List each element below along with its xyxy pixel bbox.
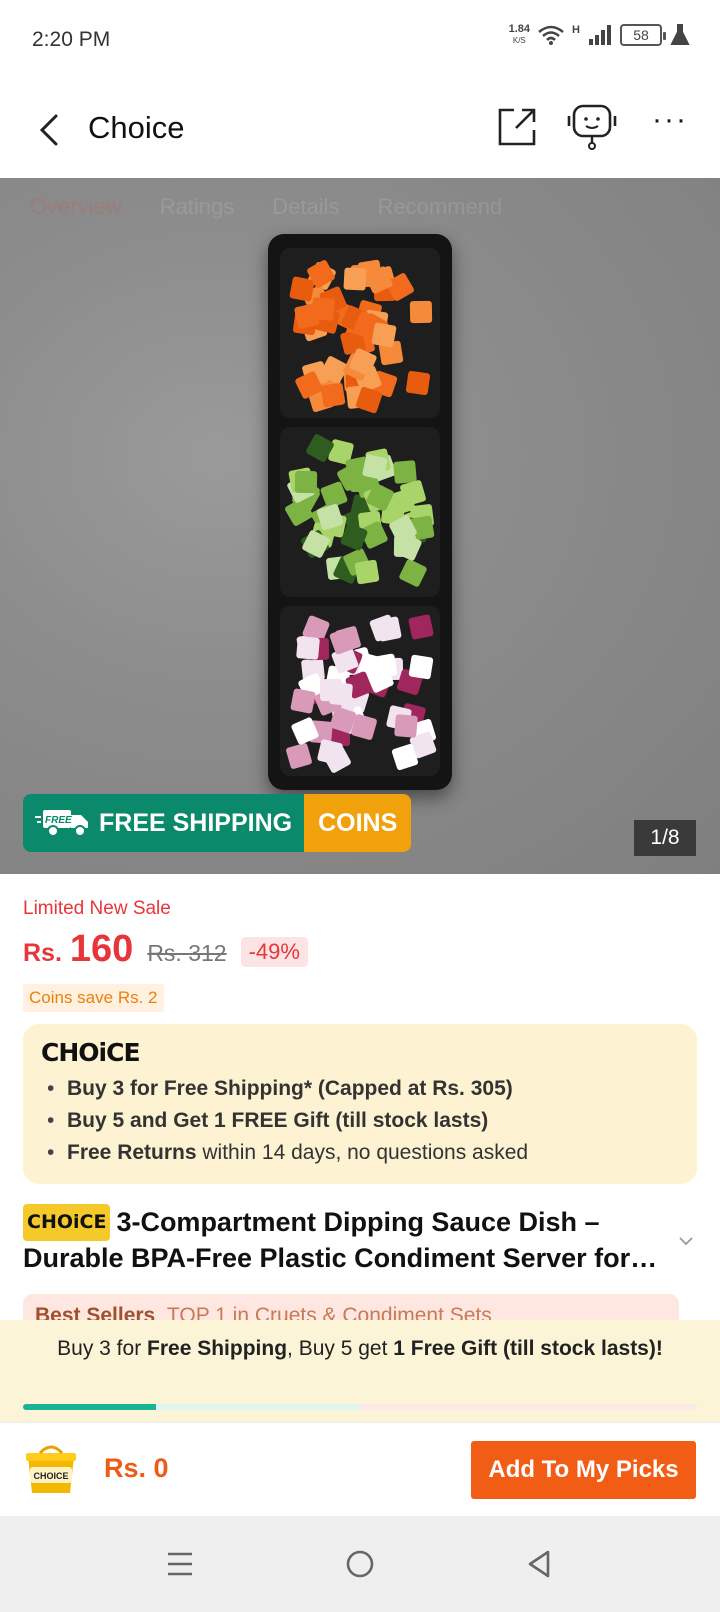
sale-label: Limited New Sale (23, 898, 171, 919)
vegetable-piece (295, 470, 318, 494)
best-sellers-rank: TOP 1 in Cruets & Condiment Sets (166, 1304, 492, 1320)
choice-benefits-card[interactable]: CHOiCE Buy 3 for Free Shipping* (Capped … (23, 1024, 697, 1184)
network-type: H (572, 24, 580, 36)
home-icon[interactable] (342, 1546, 378, 1582)
bottom-action-bar: CHOICE Rs. 0 Add To My Picks (0, 1422, 720, 1516)
progress-segment-gift (360, 1404, 697, 1410)
cart-badge: CHOICE (33, 1471, 68, 1481)
free-shipping-text: FREE SHIPPING (99, 808, 293, 837)
bundle-progress-bar (23, 1404, 697, 1410)
product-title[interactable]: CHOiCE 3-Compartment Dipping Sauce Dish –… (23, 1204, 663, 1276)
add-to-my-picks-button[interactable]: Add To My Picks (471, 1441, 696, 1499)
more-icon[interactable]: ··· (652, 105, 692, 150)
vegetable-piece (328, 682, 354, 707)
original-price: Rs. 312 (147, 940, 227, 966)
vegetable-piece (407, 614, 434, 641)
tab-ratings[interactable]: Ratings (160, 194, 235, 234)
product-image-carousel[interactable]: Overview Ratings Details Recommend FREE … (0, 178, 720, 874)
system-navigation-bar (0, 1516, 720, 1612)
choice-badge: CHOiCE (23, 1204, 111, 1241)
best-sellers-label: Best Sellers (35, 1304, 156, 1320)
image-counter: 1/8 (634, 820, 696, 856)
coins-save-tag: Coins save Rs. 2 (23, 984, 164, 1012)
net-speed-value: 1.84 (508, 23, 531, 35)
best-sellers-ranking[interactable]: Best Sellers TOP 1 in Cruets & Condiment… (23, 1294, 679, 1320)
tray-compartment-onions (280, 606, 440, 776)
vegetable-piece (376, 616, 403, 642)
choice-logo: CHOiCE (41, 1038, 141, 1067)
tray-compartment-cucumbers (280, 427, 440, 597)
share-icon[interactable] (496, 106, 538, 148)
vegetable-piece (410, 300, 433, 324)
benefit-free-returns: Free Returns within 14 days, no question… (41, 1137, 679, 1169)
wifi-icon (538, 25, 564, 45)
flask-icon (670, 24, 690, 45)
promo-text: Buy 3 for Free Shipping, Buy 5 get 1 Fre… (57, 1337, 663, 1360)
vegetable-piece (285, 742, 314, 770)
vegetable-piece (354, 559, 380, 586)
vegetable-piece (296, 636, 320, 661)
product-photo-tray (268, 234, 452, 790)
vegetable-piece (289, 688, 316, 715)
vegetable-piece (393, 713, 418, 738)
system-back-icon[interactable] (522, 1546, 558, 1582)
status-bar: 2:20 PM 1.84 K/S H 58 (0, 0, 720, 80)
back-icon[interactable] (30, 110, 70, 150)
discount-badge: -49% (240, 937, 308, 967)
page-title: Choice (88, 110, 185, 145)
price-row: Rs. 160 Rs. 312 -49% (23, 928, 308, 971)
status-time: 2:20 PM (32, 28, 111, 51)
battery-icon: 58 (620, 24, 666, 46)
vegetable-piece (343, 267, 367, 291)
choice-cart-icon[interactable]: CHOICE (22, 1443, 80, 1497)
net-speed-unit: K/S (512, 36, 526, 45)
product-title-line-1: CHOiCE 3-Compartment Dipping Sauce Dish – (23, 1204, 663, 1241)
tab-details[interactable]: Details (272, 194, 339, 234)
tray-compartment-carrots (280, 248, 440, 418)
free-tag: FREE (45, 815, 72, 826)
free-shipping-coins-badge: FREE FREE SHIPPING COINS (23, 794, 412, 852)
recents-icon[interactable] (162, 1546, 198, 1582)
vegetable-piece (407, 654, 434, 680)
vegetable-piece (370, 322, 397, 348)
status-icons: 1.84 K/S H 58 (509, 24, 690, 46)
progress-segment-shipping (23, 1404, 360, 1410)
chevron-down-icon[interactable] (677, 1232, 695, 1250)
support-bot-icon[interactable] (566, 104, 620, 150)
bundle-promo-banner[interactable]: Buy 3 for Free Shipping, Buy 5 get 1 Fre… (0, 1320, 720, 1422)
free-shipping-badge: FREE FREE SHIPPING (23, 794, 305, 852)
vegetable-piece (397, 558, 428, 588)
product-title-line-2: Durable BPA-Free Plastic Condiment Serve… (23, 1243, 663, 1273)
vegetable-piece (405, 370, 431, 395)
vegetable-piece (320, 382, 346, 408)
progress-fill (23, 1404, 156, 1410)
battery-level: 58 (633, 27, 649, 43)
delivery-truck-icon: FREE (35, 810, 88, 837)
coins-badge: COINS (304, 794, 412, 852)
vegetable-piece (393, 459, 418, 484)
benefits-list: Buy 3 for Free Shipping* (Capped at Rs. … (41, 1073, 679, 1169)
current-price: 160 (69, 928, 134, 970)
top-app-bar: Choice ··· (0, 80, 720, 178)
net-speed: 1.84 K/S (509, 24, 530, 46)
vegetable-piece (310, 297, 335, 322)
tab-recommend[interactable]: Recommend (378, 194, 503, 234)
signal-icon (589, 25, 611, 45)
benefit-free-gift: Buy 5 and Get 1 FREE Gift (till stock la… (41, 1105, 679, 1137)
cart-total: Rs. 0 (104, 1453, 169, 1483)
benefit-free-shipping: Buy 3 for Free Shipping* (Capped at Rs. … (41, 1073, 679, 1105)
faded-section-tabs: Overview Ratings Details Recommend (0, 194, 720, 234)
tab-overview[interactable]: Overview (30, 194, 122, 234)
price-currency: Rs. (23, 939, 62, 967)
